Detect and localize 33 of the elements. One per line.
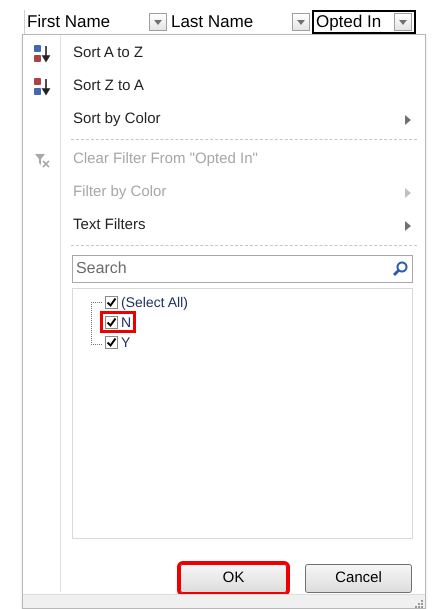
submenu-arrow-icon [405,114,411,124]
filter-dropdown-button[interactable] [292,13,310,31]
filter-dropdown-button[interactable] [149,13,167,31]
column-header: Last Name [169,10,312,34]
checkbox[interactable] [105,296,118,308]
checkmark-icon [106,296,117,308]
search-field[interactable]: Search [72,255,413,283]
filter-dropdown-button[interactable] [394,13,412,31]
value-option[interactable]: (Select All) [103,294,412,310]
sort-icon [33,76,51,96]
menu-item[interactable]: Sort Z to A [23,70,425,103]
dialog-button[interactable]: Cancel [305,564,412,593]
search-icon [392,261,408,277]
checkmark-icon [106,336,117,348]
value-option[interactable]: Y [103,334,132,350]
menu-item[interactable]: Sort by Color [23,103,425,136]
dialog-button[interactable]: OK [180,564,287,593]
sort-icon [33,44,51,64]
column-header: Opted In [312,10,416,34]
menu-item[interactable]: Text Filters [23,209,425,242]
caret-icon [154,20,162,24]
menu-item[interactable]: Sort A to Z [23,37,425,70]
value-option[interactable]: N [103,314,134,330]
clear-filter-icon [34,152,50,168]
caret-icon [399,20,407,24]
resize-grip-icon [415,600,423,608]
checkbox[interactable] [105,336,118,348]
submenu-arrow-icon [405,188,411,198]
checkmark-icon [106,316,117,328]
checkbox[interactable] [105,316,118,328]
submenu-arrow-icon [405,220,411,230]
tree-connector-line [91,302,102,345]
caret-icon [297,20,305,24]
